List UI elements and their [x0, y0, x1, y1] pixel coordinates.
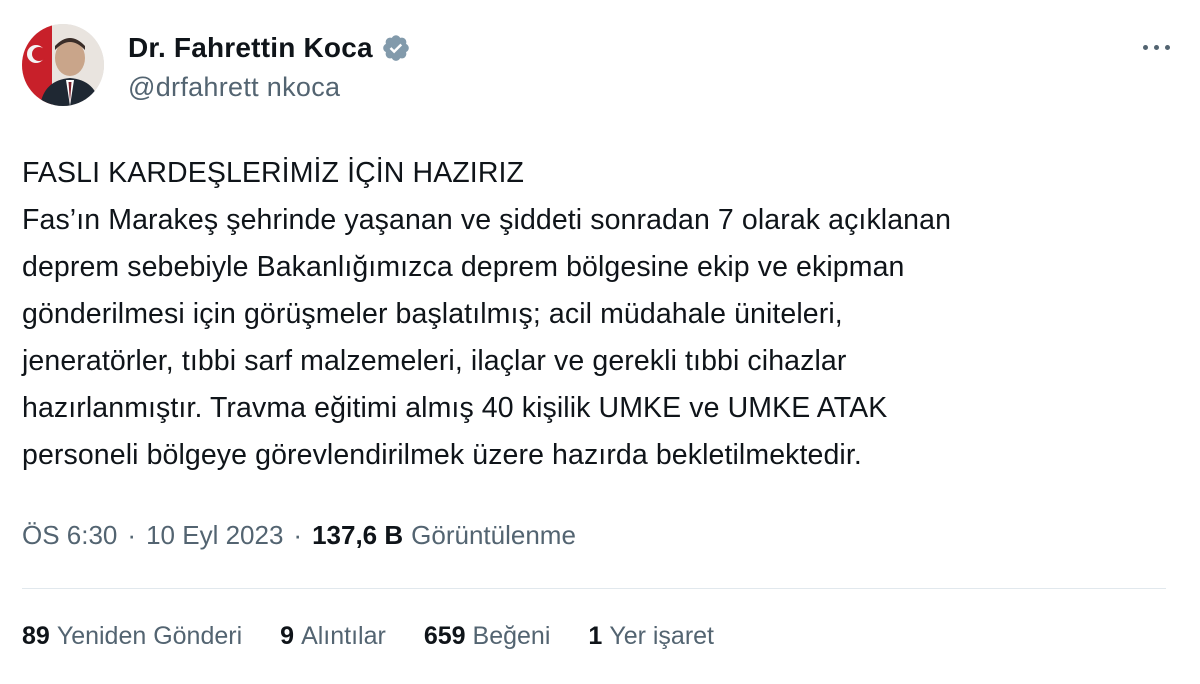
tweet-meta: ÖS 6:30 · 10 Eyl 2023 · 137,6 B Görüntül…	[22, 520, 576, 551]
avatar[interactable]	[22, 24, 104, 106]
stat-label: Yer işaret	[609, 622, 714, 650]
display-name[interactable]: Dr. Fahrettin Koca	[128, 32, 373, 64]
stat-count: 89	[22, 622, 50, 650]
stat-count: 659	[423, 622, 466, 650]
stat-quotes[interactable]: 9 Alıntılar	[280, 622, 386, 651]
tweet-time[interactable]: ÖS 6:30	[22, 520, 117, 551]
display-name-row: Dr. Fahrettin Koca	[128, 28, 411, 68]
stat-label: Alıntılar	[301, 622, 386, 650]
views-label: Görüntülenme	[411, 520, 576, 550]
author-names: Dr. Fahrettin Koca @drfahrett nkoca	[128, 28, 411, 103]
stat-count: 1	[588, 622, 603, 650]
views-count[interactable]: 137,6 B	[312, 520, 403, 551]
tweet-text: FASLI KARDEŞLERİMİZ İÇİN HAZIRIZ Fas’ın …	[22, 157, 952, 471]
stat-bookmarks[interactable]: 1 Yer işaret	[588, 622, 714, 651]
tweet-header: Dr. Fahrettin Koca @drfahrett nkoca	[22, 24, 1178, 114]
engagement-stats: 89 Yeniden Gönderi 9 Alıntılar 659 Beğen…	[22, 622, 752, 651]
divider	[22, 588, 1166, 589]
verified-badge-icon[interactable]	[381, 33, 411, 63]
stat-likes[interactable]: 659 Beğeni	[424, 622, 551, 651]
author-handle[interactable]: @drfahrett nkoca	[128, 72, 411, 103]
stat-label: Beğeni	[472, 622, 551, 650]
stat-reposts[interactable]: 89 Yeniden Gönderi	[22, 622, 242, 651]
stat-label: Yeniden Gönderi	[56, 622, 243, 650]
meta-separator: ·	[127, 520, 137, 550]
profile-photo-icon	[22, 24, 104, 106]
stat-count: 9	[280, 622, 295, 650]
meta-separator: ·	[293, 520, 303, 550]
tweet-date[interactable]: 10 Eyl 2023	[146, 520, 283, 551]
more-options-icon[interactable]	[1134, 32, 1178, 62]
